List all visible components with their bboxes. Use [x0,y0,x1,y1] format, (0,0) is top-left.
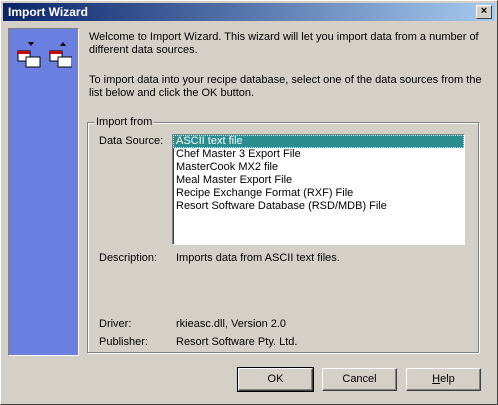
driver-label: Driver: [99,318,132,330]
list-item[interactable]: Meal Master Export File [173,174,464,187]
description-value: Imports data from ASCII text files. [176,252,340,264]
wizard-sidebar [8,28,79,356]
intro-text: Welcome to Import Wizard. This wizard wi… [89,31,479,56]
help-button[interactable]: Help [406,368,481,391]
help-label: elp [440,373,455,385]
publisher-label: Publisher: [99,336,148,348]
driver-value: rkieasc.dll, Version 2.0 [176,318,287,330]
import-wizard-icon [17,42,72,68]
ok-button[interactable]: OK [237,367,314,392]
window-title: Import Wizard [8,5,88,19]
list-item[interactable]: Recipe Exchange Format (RXF) File [173,187,464,200]
description-label: Description: [99,252,158,264]
title-bar[interactable]: Import Wizard × [3,3,495,21]
instructions-text: To import data into your recipe database… [89,74,482,99]
import-wizard-window: Import Wizard × Welcome to Import Wizard… [0,0,498,405]
close-button[interactable]: × [476,5,492,19]
help-accelerator: H [432,373,441,385]
list-item[interactable]: ASCII text file [173,135,464,148]
list-item[interactable]: Resort Software Database (RSD/MDB) File [173,200,464,213]
data-source-list[interactable]: ASCII text file Chef Master 3 Export Fil… [172,134,465,245]
import-from-legend: Import from [94,116,155,128]
list-item[interactable]: MasterCook MX2 file [173,161,464,174]
publisher-value: Resort Software Pty. Ltd. [176,336,298,348]
list-item[interactable]: Chef Master 3 Export File [173,148,464,161]
data-source-label: Data Source: [99,135,164,147]
cancel-button[interactable]: Cancel [322,368,397,391]
